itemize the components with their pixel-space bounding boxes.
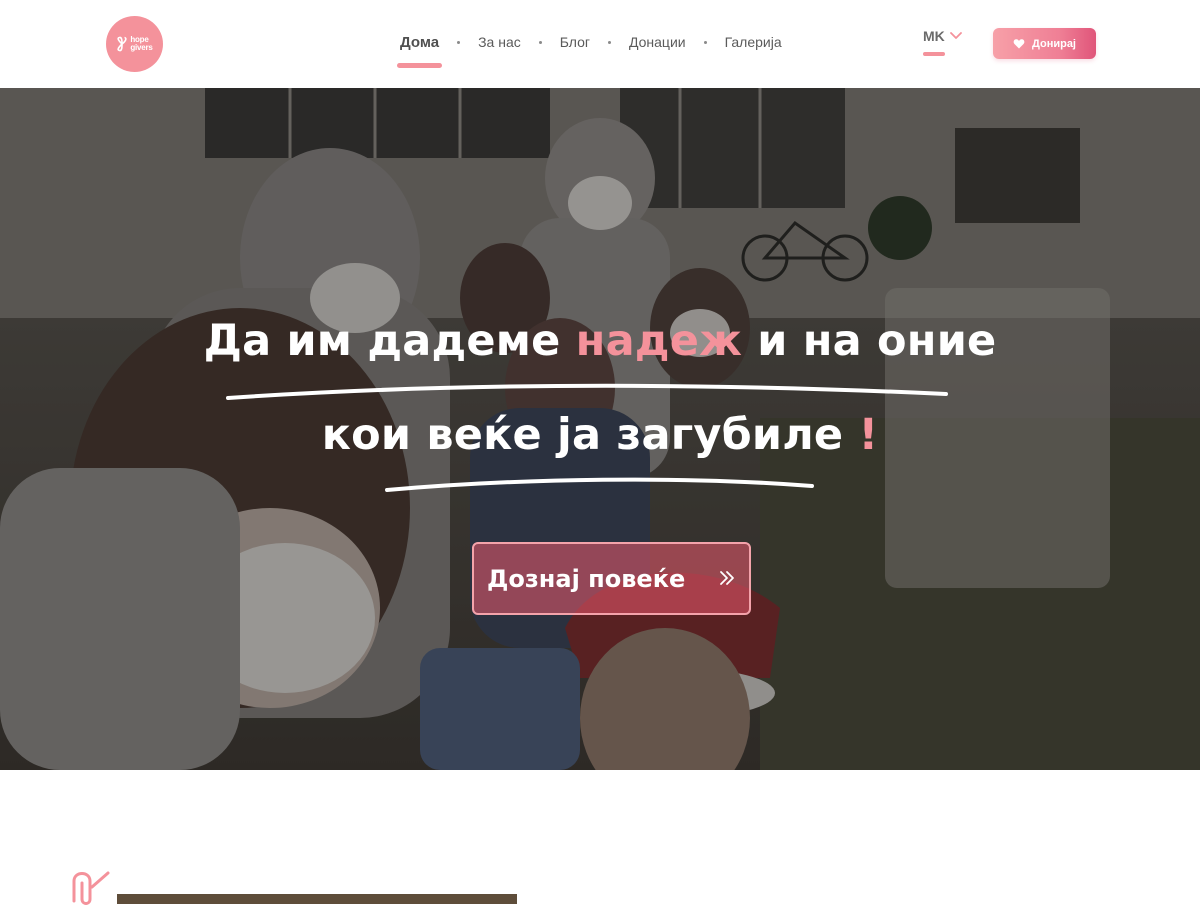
- double-chevron-right-icon: [720, 571, 734, 585]
- nav-separator: [457, 40, 461, 44]
- hero-section: Да им дадеме надеж и на оние кои веќе ја…: [0, 88, 1200, 770]
- hero-headline-line1: Да им дадеме надеж и на оние: [0, 316, 1200, 366]
- headline-line2-text: кои веќе ја загубиле: [321, 410, 859, 460]
- paperclip-icon: [72, 871, 110, 905]
- logo-line2: givers: [130, 43, 153, 52]
- site-header: hope givers Дома За нас Блог Донации Гал…: [0, 0, 1200, 88]
- headline-underline-2: [385, 477, 814, 492]
- headline-text-start: Да им дадеме: [203, 316, 576, 366]
- language-selector[interactable]: MK: [923, 28, 962, 56]
- learn-more-label: Дознај повеќе: [487, 564, 686, 593]
- site-logo[interactable]: hope givers: [106, 16, 163, 72]
- language-label: MK: [923, 28, 945, 56]
- about-preview-heading: [556, 890, 956, 900]
- nav-separator: [703, 40, 707, 44]
- chevron-down-icon: [949, 32, 962, 39]
- nav-item-blog[interactable]: Блог: [556, 34, 594, 50]
- hero-headline-line2: кои веќе ја загубиле !: [0, 410, 1200, 460]
- donate-button[interactable]: Донирај: [993, 28, 1096, 59]
- nav-separator: [538, 40, 542, 44]
- donate-button-label: Донирај: [1032, 37, 1076, 50]
- nav-item-donations[interactable]: Донации: [625, 34, 690, 50]
- learn-more-button[interactable]: Дознај повеќе: [472, 542, 751, 615]
- heart-icon: [1013, 39, 1025, 49]
- hope-infinity-icon: [117, 36, 127, 52]
- headline-underline-1: [226, 383, 948, 400]
- nav-item-about[interactable]: За нас: [474, 34, 525, 50]
- logo-content: hope givers: [116, 36, 153, 52]
- nav-item-home[interactable]: Дома: [396, 34, 443, 68]
- logo-wordmark: hope givers: [130, 36, 153, 52]
- headline-exclamation: !: [858, 410, 879, 460]
- headline-text-end: и на оние: [742, 316, 997, 366]
- nav-item-gallery[interactable]: Галерија: [721, 34, 786, 50]
- headline-accent-word: надеж: [575, 316, 743, 366]
- nav-separator: [607, 40, 611, 44]
- about-preview-section: [0, 770, 1200, 905]
- main-nav: Дома За нас Блог Донации Галерија: [396, 30, 786, 68]
- about-preview-image: [117, 894, 517, 904]
